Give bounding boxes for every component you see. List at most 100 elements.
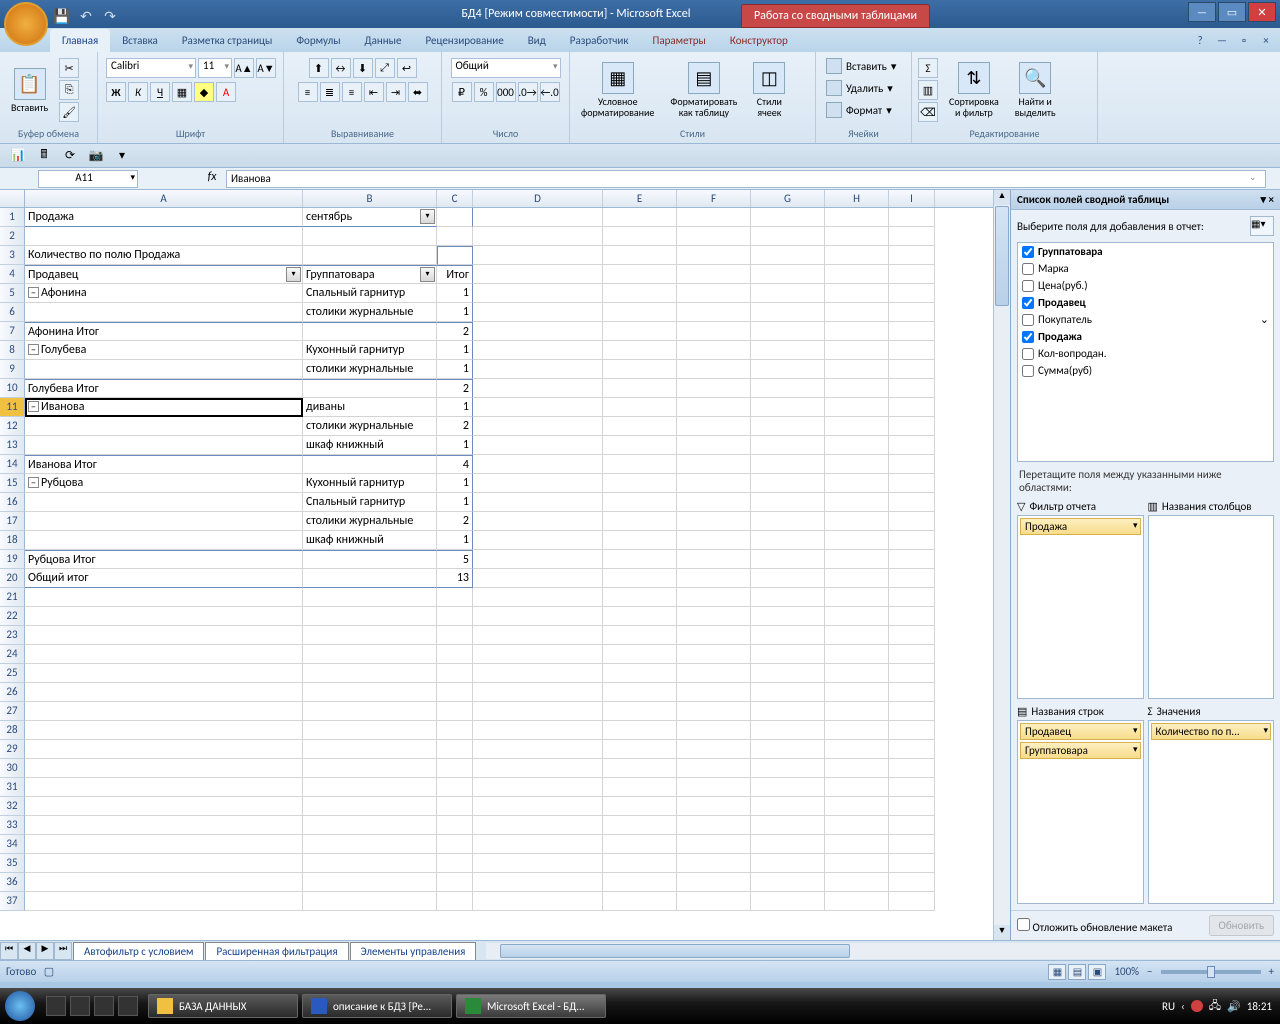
tab-insert[interactable]: Вставка bbox=[110, 29, 170, 52]
ribbon-restore-icon[interactable]: ▫ bbox=[1236, 32, 1252, 48]
cell[interactable] bbox=[889, 246, 935, 265]
cell[interactable] bbox=[751, 246, 825, 265]
cell[interactable] bbox=[303, 721, 437, 740]
update-button[interactable]: Обновить bbox=[1209, 915, 1274, 936]
cell[interactable]: Спальный гарнитур bbox=[303, 493, 437, 512]
cell[interactable] bbox=[751, 303, 825, 322]
underline-button[interactable]: Ч bbox=[150, 82, 170, 102]
cell[interactable] bbox=[25, 588, 303, 607]
cell[interactable] bbox=[473, 360, 603, 379]
tab-view[interactable]: Вид bbox=[516, 29, 558, 52]
qat-calc-icon[interactable]: 🖩 bbox=[34, 147, 54, 165]
cell[interactable] bbox=[889, 474, 935, 493]
tab-formulas[interactable]: Формулы bbox=[284, 29, 352, 52]
cell[interactable] bbox=[603, 759, 677, 778]
cell[interactable] bbox=[677, 246, 751, 265]
cell[interactable] bbox=[677, 436, 751, 455]
format-as-table-button[interactable]: ▤Форматировать как таблицу bbox=[663, 55, 744, 125]
currency-icon[interactable]: ₽ bbox=[452, 82, 472, 102]
pivot-field-5[interactable]: Продажа bbox=[1018, 328, 1273, 345]
col-header-F[interactable]: F bbox=[677, 190, 751, 207]
cell[interactable] bbox=[889, 227, 935, 246]
cell[interactable] bbox=[825, 246, 889, 265]
number-format-select[interactable]: Общий bbox=[451, 58, 561, 78]
cell[interactable] bbox=[677, 493, 751, 512]
cell[interactable] bbox=[473, 341, 603, 360]
cell[interactable] bbox=[677, 341, 751, 360]
cell[interactable]: 2 bbox=[437, 512, 473, 531]
cell[interactable] bbox=[437, 778, 473, 797]
cell[interactable]: столики журнальные bbox=[303, 360, 437, 379]
view-page-layout-icon[interactable]: ▤ bbox=[1068, 964, 1086, 980]
cell[interactable] bbox=[825, 360, 889, 379]
cell[interactable] bbox=[25, 493, 303, 512]
cell[interactable] bbox=[889, 892, 935, 911]
cell[interactable] bbox=[603, 246, 677, 265]
cell[interactable] bbox=[437, 873, 473, 892]
taskbar-app-folder[interactable]: БАЗА ДАННЫХ bbox=[148, 994, 298, 1018]
cell[interactable] bbox=[25, 512, 303, 531]
zoom-level[interactable]: 100% bbox=[1114, 965, 1139, 978]
cell[interactable] bbox=[603, 626, 677, 645]
cell[interactable] bbox=[473, 265, 603, 284]
col-header-A[interactable]: A bbox=[25, 190, 303, 207]
format-painter-icon[interactable]: 🖌 bbox=[59, 102, 79, 122]
cell[interactable]: диваны bbox=[303, 398, 437, 417]
sheet-tab-1[interactable]: Автофильтр с условием bbox=[73, 942, 204, 960]
spreadsheet-grid[interactable]: A B C D E F G H I 1Продажасентябрь▾23Кол… bbox=[0, 190, 993, 940]
cell[interactable] bbox=[751, 341, 825, 360]
cell[interactable] bbox=[751, 284, 825, 303]
align-center-icon[interactable]: ≣ bbox=[320, 82, 340, 102]
col-header-E[interactable]: E bbox=[603, 190, 677, 207]
qat-save-icon[interactable]: 💾 bbox=[52, 6, 72, 26]
cell[interactable] bbox=[437, 588, 473, 607]
pivot-pane-dropdown-icon[interactable]: ▾ bbox=[1260, 193, 1266, 206]
row-header[interactable]: 14 bbox=[0, 455, 25, 474]
qat-refresh-icon[interactable]: ⟳ bbox=[60, 147, 80, 165]
tab-data[interactable]: Данные bbox=[353, 29, 414, 52]
cell[interactable] bbox=[889, 702, 935, 721]
qat-redo-icon[interactable]: ↷ bbox=[100, 6, 120, 26]
cell[interactable] bbox=[603, 360, 677, 379]
cell[interactable]: 1 bbox=[437, 284, 473, 303]
cell[interactable] bbox=[25, 797, 303, 816]
cell[interactable] bbox=[751, 455, 825, 474]
cell[interactable] bbox=[825, 417, 889, 436]
pivot-field-checkbox[interactable] bbox=[1022, 297, 1034, 309]
row-header[interactable]: 32 bbox=[0, 797, 25, 816]
font-size-select[interactable]: 11 bbox=[198, 58, 232, 78]
cell[interactable]: столики журнальные bbox=[303, 303, 437, 322]
cell[interactable] bbox=[603, 645, 677, 664]
conditional-format-button[interactable]: ▦Условное форматирование bbox=[574, 55, 661, 125]
shrink-font-icon[interactable]: A▼ bbox=[256, 58, 276, 78]
cell[interactable] bbox=[677, 531, 751, 550]
cell[interactable] bbox=[677, 854, 751, 873]
cell[interactable] bbox=[437, 892, 473, 911]
cell[interactable] bbox=[25, 721, 303, 740]
cell[interactable] bbox=[889, 683, 935, 702]
zoom-in-button[interactable]: + bbox=[1269, 965, 1274, 978]
cell[interactable] bbox=[889, 341, 935, 360]
row-header[interactable]: 28 bbox=[0, 721, 25, 740]
horizontal-scrollbar[interactable] bbox=[486, 943, 1280, 959]
cell[interactable] bbox=[25, 759, 303, 778]
cell[interactable] bbox=[677, 569, 751, 588]
cell[interactable] bbox=[751, 265, 825, 284]
row-header[interactable]: 26 bbox=[0, 683, 25, 702]
cell[interactable] bbox=[603, 265, 677, 284]
cell[interactable] bbox=[25, 835, 303, 854]
delete-cells-button[interactable]: Удалить ▾ bbox=[822, 78, 897, 98]
office-button[interactable] bbox=[4, 2, 48, 46]
row-header[interactable]: 3 bbox=[0, 246, 25, 265]
cell[interactable] bbox=[303, 645, 437, 664]
row-header[interactable]: 2 bbox=[0, 227, 25, 246]
cell[interactable] bbox=[751, 816, 825, 835]
cell[interactable] bbox=[825, 873, 889, 892]
name-box[interactable]: A11 bbox=[38, 170, 138, 188]
filter-dropdown-icon[interactable]: ▾ bbox=[286, 267, 301, 282]
pivot-field-checkbox[interactable] bbox=[1022, 331, 1034, 343]
cell[interactable] bbox=[603, 778, 677, 797]
cell[interactable] bbox=[303, 854, 437, 873]
cell[interactable] bbox=[303, 626, 437, 645]
cell[interactable] bbox=[473, 873, 603, 892]
